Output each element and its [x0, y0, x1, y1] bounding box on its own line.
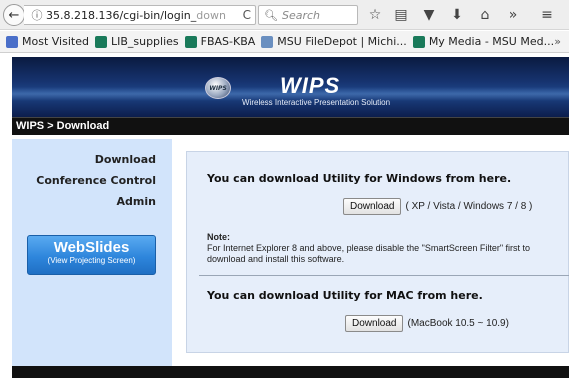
mac-download-row: Download (MacBook 10.5 ~ 10.9) — [345, 315, 509, 332]
banner-subtitle: Wireless Interactive Presentation Soluti… — [242, 98, 391, 107]
search-input[interactable]: 🔍︎ Search — [258, 5, 358, 25]
windows-compat-text: ( XP / Vista / Windows 7 / 8 ) — [405, 201, 533, 212]
document-icon — [261, 35, 274, 48]
sidebar: Download Conference Control Admin WebSli… — [12, 139, 172, 366]
url-bar[interactable]: ⓘ 35.8.218.136/cgi-bin/login_down C — [24, 5, 256, 25]
mac-download-title: You can download Utility for MAC from he… — [207, 289, 483, 302]
mac-download-button[interactable]: Download — [345, 315, 404, 332]
bookmark-folder-icon — [6, 35, 18, 48]
windows-download-row: Download ( XP / Vista / Windows 7 / 8 ) — [343, 198, 532, 215]
webslides-button[interactable]: WebSlides (View Projecting Screen) — [27, 235, 156, 275]
section-divider — [199, 275, 569, 276]
ie-note: Note: For Internet Explorer 8 and above,… — [207, 232, 567, 265]
wips-banner: WIPS WIPS Wireless Interactive Presentat… — [12, 57, 569, 117]
footer-bar — [12, 366, 569, 378]
webslides-subtitle: (View Projecting Screen) — [47, 256, 136, 265]
home-icon[interactable]: ⌂ — [476, 6, 494, 24]
msu-spartan-icon — [184, 35, 197, 48]
sidebar-item-download[interactable]: Download — [95, 153, 156, 166]
browser-toolbar: ← ⓘ 35.8.218.136/cgi-bin/login_down C 🔍︎… — [0, 0, 569, 30]
menu-icon[interactable]: ≡ — [538, 6, 556, 24]
mac-compat-text: (MacBook 10.5 ~ 10.9) — [407, 318, 509, 329]
windows-download-title: You can download Utility for Windows fro… — [207, 172, 512, 185]
msu-spartan-icon — [94, 35, 107, 48]
info-icon[interactable]: ⓘ — [28, 7, 46, 23]
breadcrumb: WIPS > Download — [12, 117, 569, 135]
note-title: Note: — [207, 232, 230, 242]
download-icon[interactable]: ⬇ — [448, 6, 466, 24]
overflow-icon[interactable]: » — [504, 6, 522, 24]
windows-download-button[interactable]: Download — [343, 198, 402, 215]
search-icon: 🔍︎ — [264, 8, 278, 22]
note-text: For Internet Explorer 8 and above, pleas… — [207, 243, 531, 264]
back-button[interactable]: ← — [3, 4, 25, 26]
bookmark-fbas-kba[interactable]: FBAS-KBA — [184, 35, 255, 48]
webslides-title: WebSlides — [53, 239, 130, 256]
bookmarks-bar: Most Visited LIB_supplies FBAS-KBA MSU F… — [0, 31, 569, 53]
search-placeholder: Search — [281, 8, 321, 22]
bookmark-lib-supplies[interactable]: LIB_supplies — [94, 35, 179, 48]
back-icon: ← — [8, 7, 20, 23]
sidebar-item-admin[interactable]: Admin — [117, 195, 156, 208]
wips-logo-icon: WIPS — [205, 77, 231, 99]
bookmark-my-media[interactable]: My Media - MSU Med... — [412, 35, 554, 48]
bookmark-msu-filedepot[interactable]: MSU FileDepot | Michi... — [261, 35, 407, 48]
pocket-icon[interactable]: ▼ — [420, 6, 438, 24]
sidebar-item-conference-control[interactable]: Conference Control — [36, 174, 156, 187]
bookmarks-overflow-icon[interactable]: » — [554, 35, 561, 48]
reader-icon[interactable]: ▤ — [392, 6, 410, 24]
bookmark-most-visited[interactable]: Most Visited — [6, 35, 89, 48]
star-icon[interactable]: ☆ — [366, 6, 384, 24]
url-text: 35.8.218.136/cgi-bin/login_down — [46, 8, 226, 22]
msu-spartan-icon — [412, 35, 425, 48]
banner-title: WIPS — [280, 73, 341, 98]
download-panel: You can download Utility for Windows fro… — [186, 151, 569, 353]
reload-icon[interactable]: C — [243, 8, 251, 22]
